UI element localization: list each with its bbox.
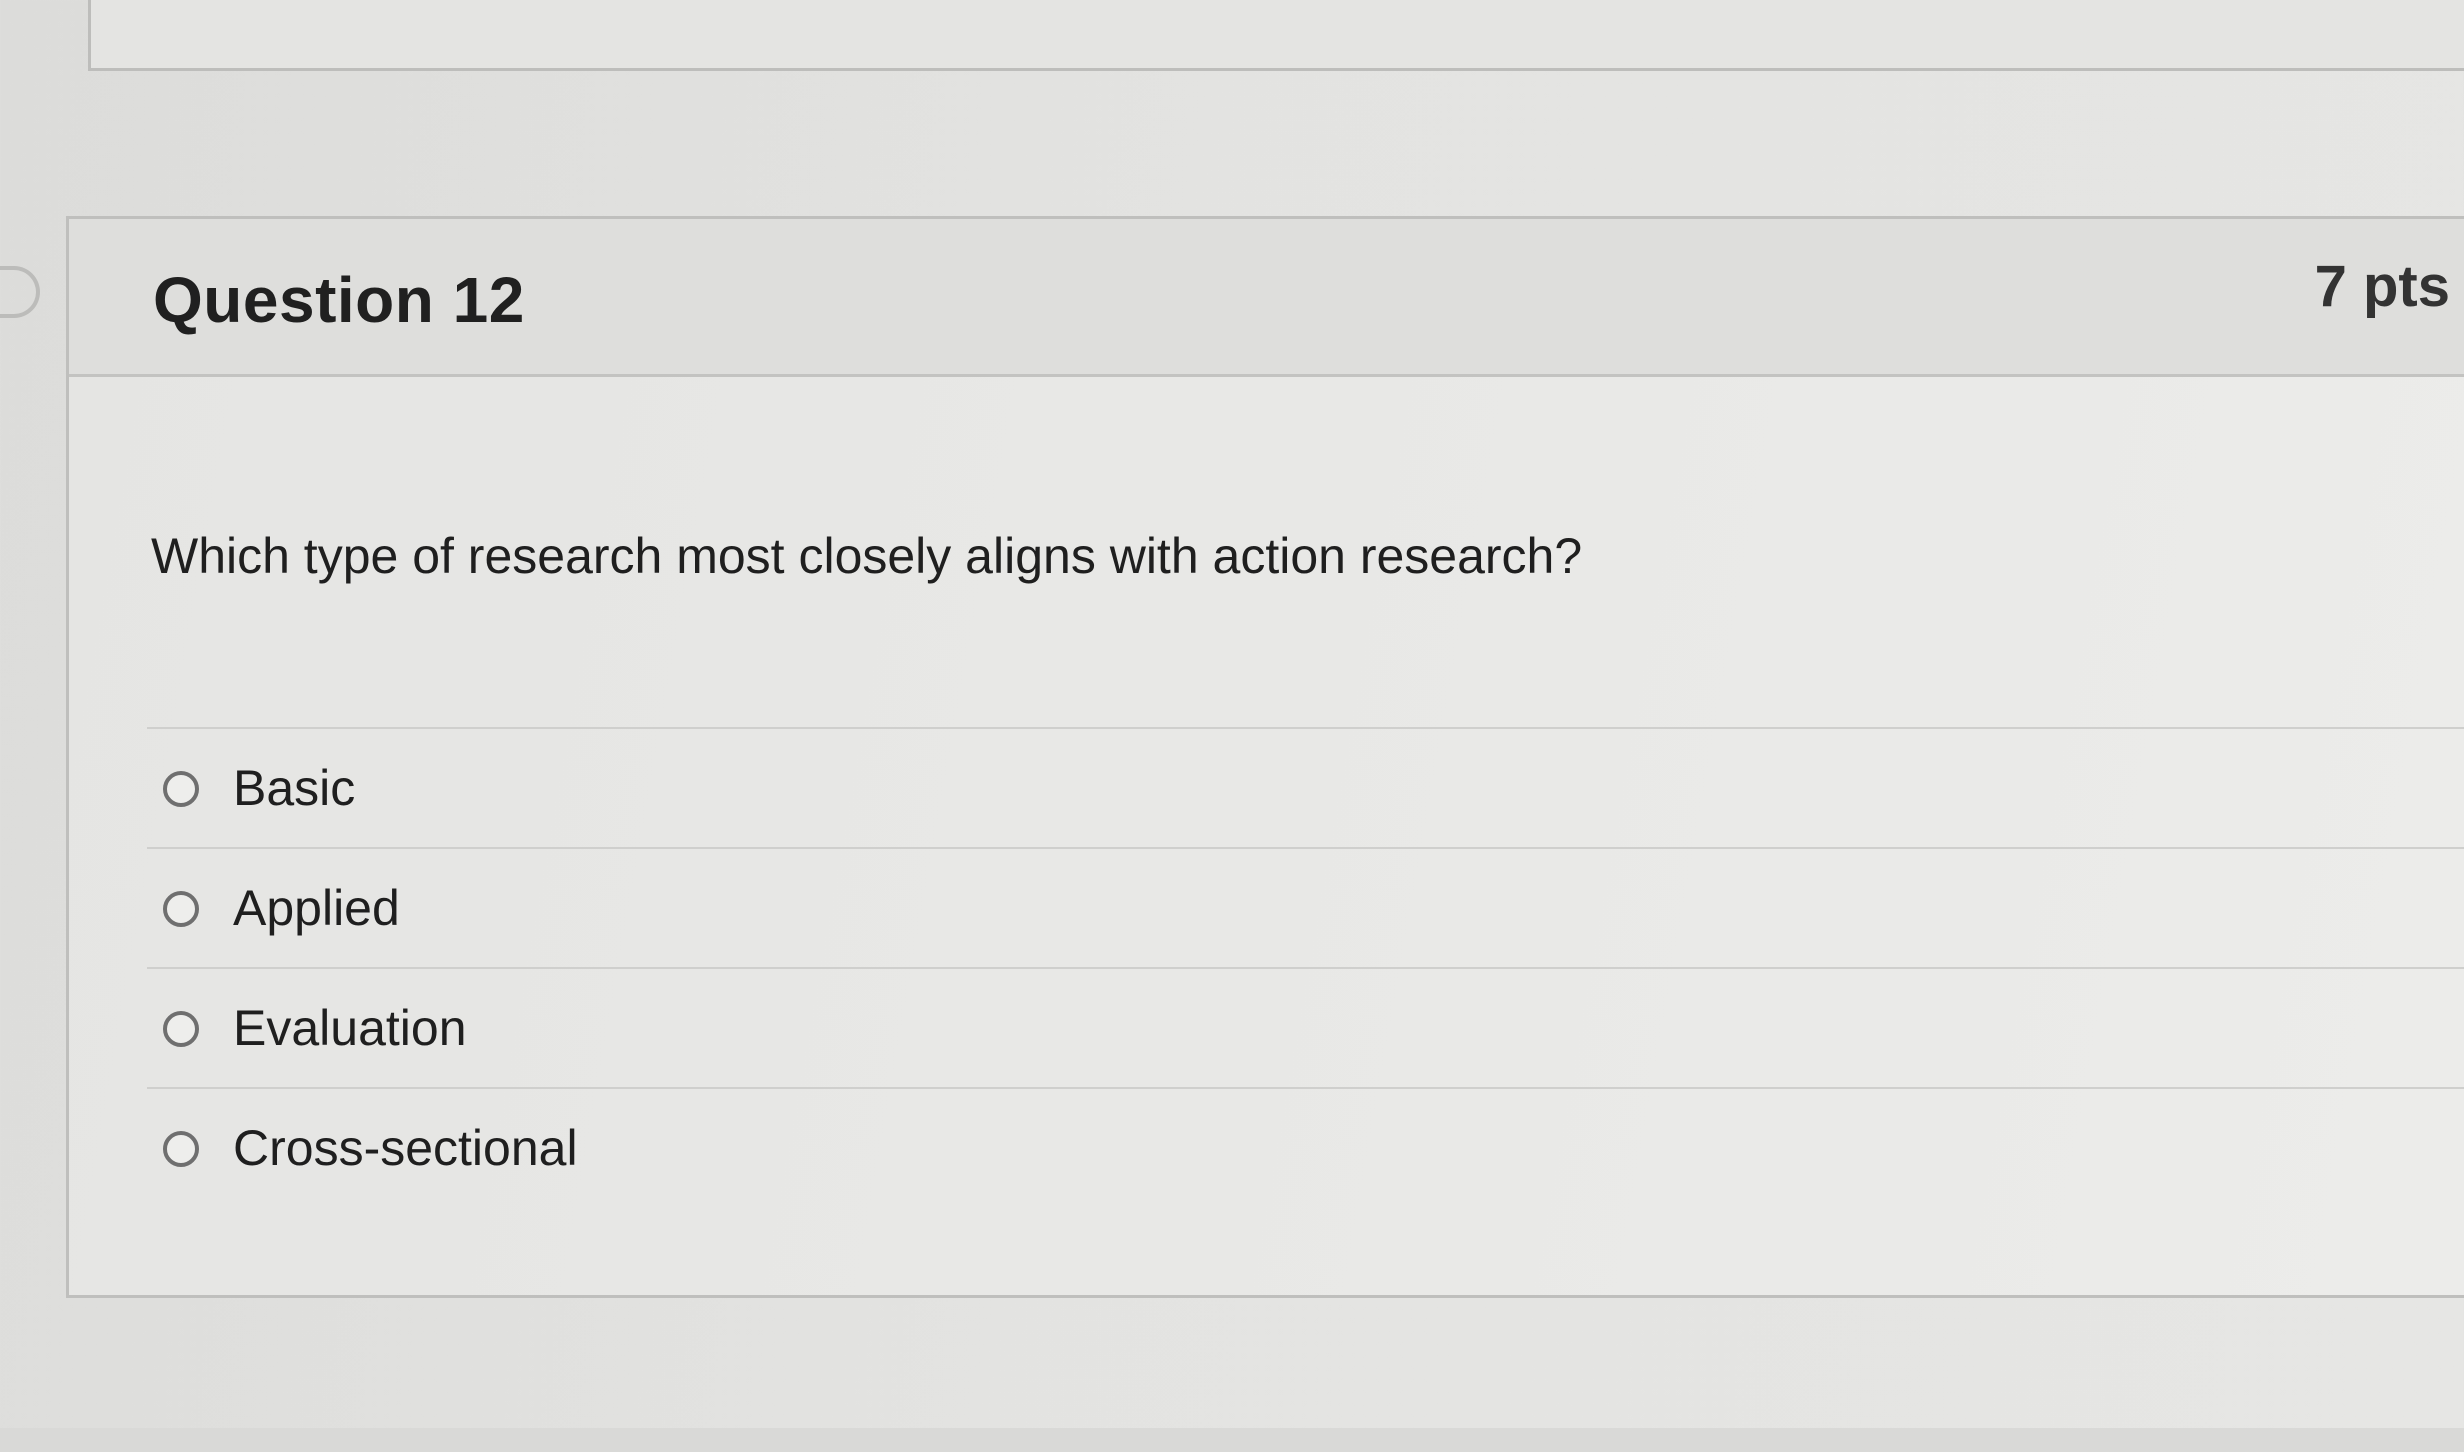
question-points: 7 pts xyxy=(2314,254,2450,319)
question-card: Question 12 7 pts Which type of research… xyxy=(66,216,2464,1298)
flag-question-icon[interactable] xyxy=(0,266,40,318)
radio-button-applied[interactable] xyxy=(163,891,199,927)
radio-button-evaluation[interactable] xyxy=(163,1011,199,1047)
answer-option-evaluation[interactable]: Evaluation xyxy=(147,969,2464,1089)
answer-label-applied[interactable]: Applied xyxy=(233,879,400,937)
answer-label-cross-sectional[interactable]: Cross-sectional xyxy=(233,1119,578,1177)
radio-button-basic[interactable] xyxy=(163,771,199,807)
answer-list: Basic Applied Evaluation Cross-sectional xyxy=(147,727,2464,1209)
question-prompt: Which type of research most closely alig… xyxy=(151,528,1583,584)
answer-option-cross-sectional[interactable]: Cross-sectional xyxy=(147,1089,2464,1209)
answer-option-applied[interactable]: Applied xyxy=(147,849,2464,969)
question-title: Question 12 xyxy=(153,264,525,336)
answer-label-evaluation[interactable]: Evaluation xyxy=(233,999,467,1057)
page-bottom-edge xyxy=(0,1428,2464,1452)
previous-question-card xyxy=(88,0,2464,71)
question-header: Question 12 7 pts xyxy=(69,219,2464,377)
answer-label-basic[interactable]: Basic xyxy=(233,759,355,817)
radio-button-cross-sectional[interactable] xyxy=(163,1131,199,1167)
answer-option-basic[interactable]: Basic xyxy=(147,729,2464,849)
